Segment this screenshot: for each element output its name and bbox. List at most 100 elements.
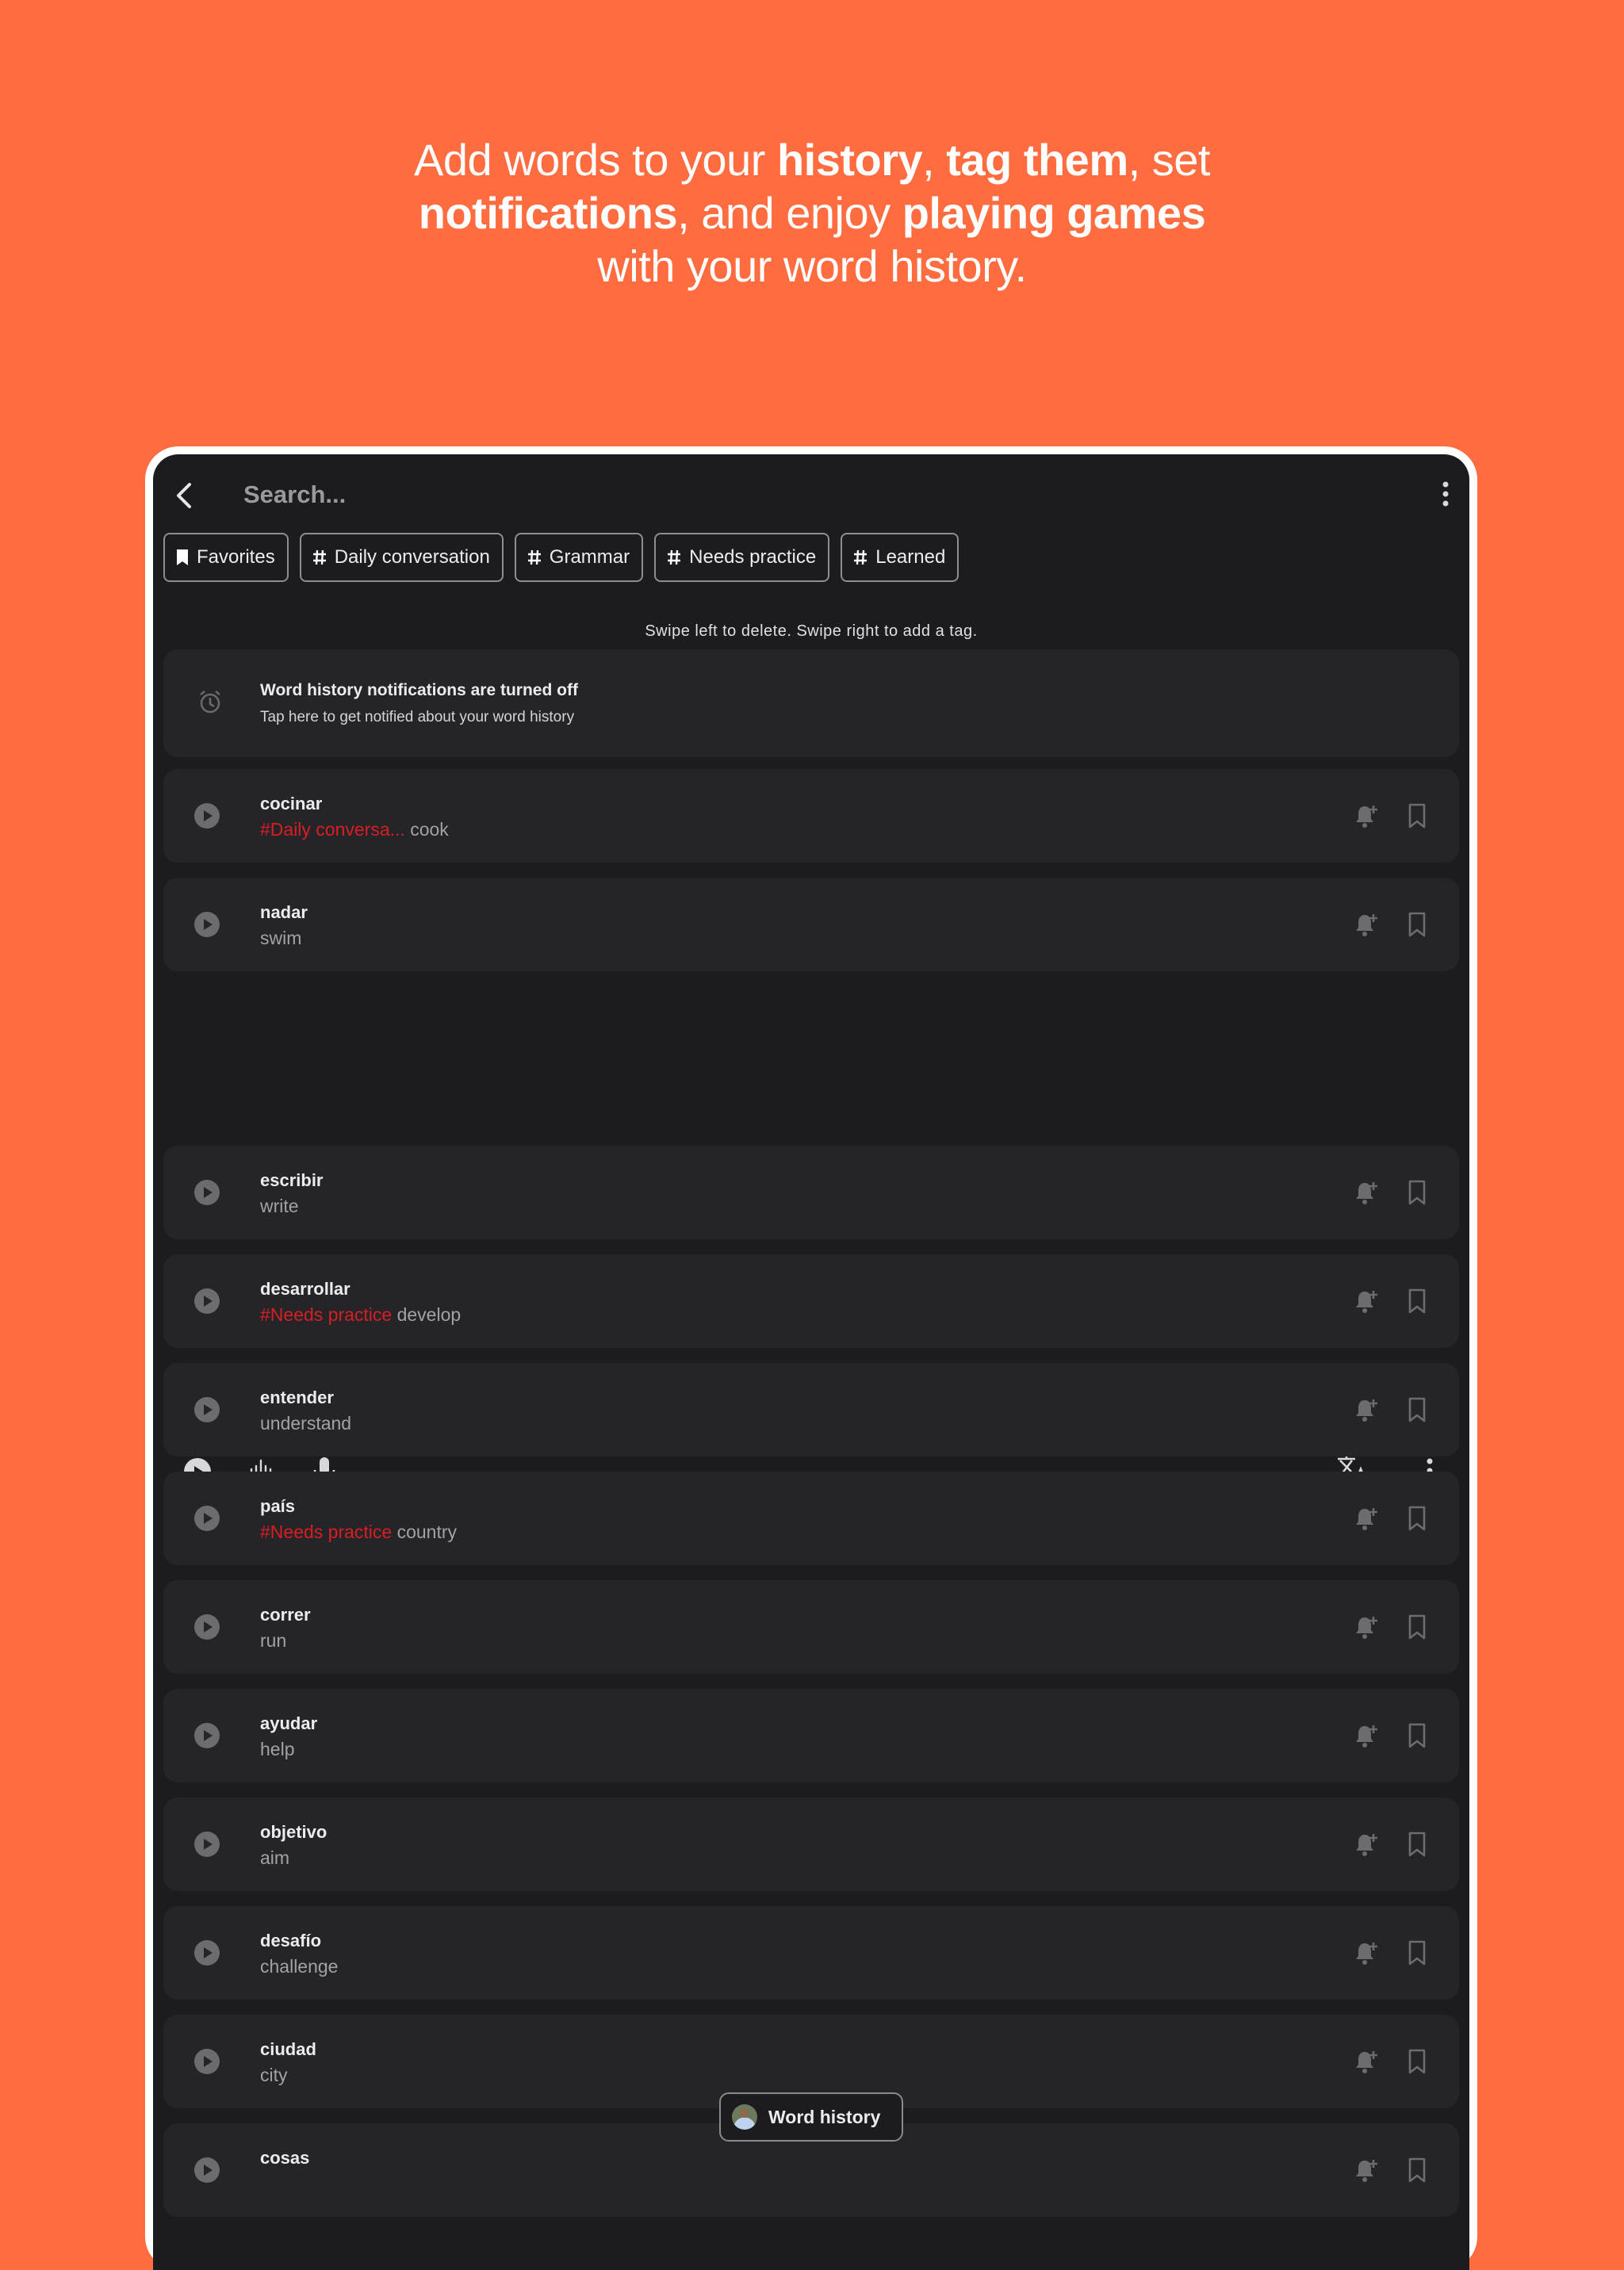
word-translation-line: run [260, 1630, 286, 1652]
chip-needs-practice[interactable]: Needs practice [654, 533, 830, 582]
bell-plus-icon[interactable] [1353, 1939, 1380, 1966]
more-vertical-icon[interactable] [1436, 478, 1455, 510]
chip-grammar[interactable]: Grammar [514, 533, 644, 582]
play-icon[interactable] [193, 1939, 220, 1966]
play-icon[interactable] [193, 802, 220, 829]
play-icon[interactable] [193, 1288, 220, 1315]
tag-filter-chips: Favorites Daily conversation Grammar Nee… [163, 533, 959, 582]
word-text: país [260, 1496, 296, 1516]
word-card[interactable]: desarrollar #Needs practice develop [163, 1254, 1459, 1348]
bookmark-icon [177, 549, 188, 565]
play-icon[interactable] [193, 1613, 220, 1640]
play-icon[interactable] [193, 1179, 220, 1206]
word-translation: city [260, 2065, 288, 2085]
play-icon[interactable] [193, 911, 220, 938]
word-translation-line: swim [260, 928, 301, 949]
bookmark-icon[interactable] [1404, 802, 1431, 829]
word-translation-line: #Needs practice country [260, 1522, 457, 1543]
back-button[interactable] [169, 480, 201, 511]
play-icon[interactable] [193, 2048, 220, 2075]
word-card[interactable]: cocinar #Daily conversa... cook [163, 769, 1459, 863]
bell-plus-icon[interactable] [1353, 802, 1380, 829]
chip-label: Learned [875, 546, 946, 568]
headline-line-2: notifications, and enjoy playing games [418, 188, 1206, 238]
notification-title: Word history notifications are turned of… [260, 681, 578, 699]
word-text: escribir [260, 1170, 324, 1190]
word-card[interactable]: nadar swim [163, 878, 1459, 971]
bookmark-icon[interactable] [1404, 1939, 1431, 1966]
word-tag: #Needs practice [260, 1304, 393, 1325]
word-text: cosas [260, 2148, 310, 2168]
hash-icon [854, 549, 868, 565]
bell-plus-icon[interactable] [1353, 1179, 1380, 1206]
word-translation-line: aim [260, 1847, 289, 1869]
chip-learned[interactable]: Learned [841, 533, 959, 582]
bookmark-icon[interactable] [1404, 2048, 1431, 2075]
bell-plus-icon[interactable] [1353, 2048, 1380, 2075]
word-text: cocinar [260, 794, 323, 813]
word-card[interactable]: objetivo aim [163, 1797, 1459, 1891]
word-translation: run [260, 1630, 287, 1651]
bell-plus-icon[interactable] [1353, 1831, 1380, 1858]
word-text: correr [260, 1605, 311, 1625]
play-icon[interactable] [193, 1396, 220, 1423]
word-translation-line: #Daily conversa... cook [260, 819, 449, 840]
word-translation: swim [260, 928, 302, 948]
word-text: entender [260, 1388, 334, 1407]
bookmark-icon[interactable] [1404, 1396, 1431, 1423]
word-translation-line: help [260, 1739, 294, 1760]
chip-daily-conversation[interactable]: Daily conversation [299, 533, 504, 582]
bell-plus-icon[interactable] [1353, 1505, 1380, 1532]
word-card[interactable]: país #Needs practice country [163, 1472, 1459, 1565]
chip-label: Needs practice [689, 546, 817, 568]
word-translation: aim [260, 1847, 290, 1868]
bookmark-icon[interactable] [1404, 1831, 1431, 1858]
notifications-off-card[interactable]: Word history notifications are turned of… [163, 649, 1459, 757]
word-card[interactable]: escribir write [163, 1146, 1459, 1239]
hash-icon [527, 549, 541, 565]
bookmark-icon[interactable] [1404, 1613, 1431, 1640]
bookmark-icon[interactable] [1404, 1288, 1431, 1315]
bookmark-icon[interactable] [1404, 1179, 1431, 1206]
word-history-button[interactable]: Word history [719, 2092, 903, 2142]
word-card[interactable]: desafío challenge [163, 1906, 1459, 2000]
notification-subtitle: Tap here to get notified about your word… [260, 709, 575, 725]
word-card[interactable]: correr run [163, 1580, 1459, 1674]
word-translation-line: #Needs practice develop [260, 1304, 461, 1326]
word-translation: develop [396, 1304, 462, 1325]
bookmark-icon[interactable] [1404, 911, 1431, 938]
bell-plus-icon[interactable] [1353, 1722, 1380, 1749]
bell-plus-icon[interactable] [1353, 1288, 1380, 1315]
word-translation: help [260, 1739, 295, 1759]
swipe-hint: Swipe left to delete. Swipe right to add… [645, 622, 978, 640]
word-card[interactable]: ayudar help [163, 1689, 1459, 1782]
word-card[interactable]: entender understand [163, 1363, 1459, 1457]
play-icon[interactable] [193, 1505, 220, 1532]
top-bar [153, 454, 1469, 534]
play-icon[interactable] [193, 2157, 220, 2184]
bell-plus-icon[interactable] [1353, 1396, 1380, 1423]
bell-plus-icon[interactable] [1353, 2157, 1380, 2184]
word-text: ciudad [260, 2039, 316, 2059]
hash-icon [312, 549, 326, 565]
word-text: objetivo [260, 1822, 327, 1842]
chip-label: Grammar [549, 546, 630, 568]
word-tag: #Needs practice [260, 1522, 393, 1542]
word-text: nadar [260, 902, 308, 922]
play-icon[interactable] [193, 1722, 220, 1749]
headline: Add words to your history, tag them, set… [0, 133, 1624, 293]
headline-line-3: with your word history. [597, 241, 1027, 291]
play-icon[interactable] [193, 1831, 220, 1858]
avatar [732, 2104, 757, 2130]
bookmark-icon[interactable] [1404, 1505, 1431, 1532]
bookmark-icon[interactable] [1404, 1722, 1431, 1749]
bookmark-icon[interactable] [1404, 2157, 1431, 2184]
hash-icon [668, 549, 681, 565]
chip-label: Daily conversation [334, 546, 490, 568]
word-translation-line: write [260, 1196, 299, 1217]
search-input[interactable] [242, 473, 1276, 516]
word-text: desarrollar [260, 1279, 350, 1299]
bell-plus-icon[interactable] [1353, 911, 1380, 938]
chip-favorites[interactable]: Favorites [163, 533, 289, 582]
bell-plus-icon[interactable] [1353, 1613, 1380, 1640]
